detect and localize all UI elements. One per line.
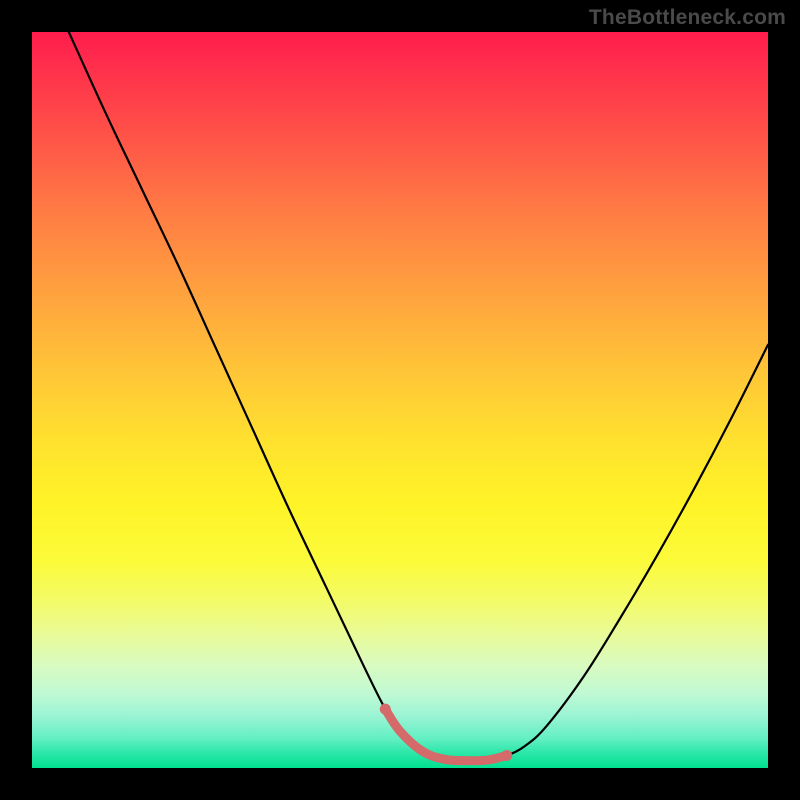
highlight-end-dot-left xyxy=(380,704,391,715)
black-curve xyxy=(69,32,768,761)
bottom-highlight xyxy=(385,709,506,761)
watermark-text: TheBottleneck.com xyxy=(589,6,786,30)
chart-frame: TheBottleneck.com xyxy=(0,0,800,800)
chart-svg xyxy=(32,32,768,768)
highlight-end-dot-right xyxy=(501,750,512,761)
chart-plot-area xyxy=(32,32,768,768)
